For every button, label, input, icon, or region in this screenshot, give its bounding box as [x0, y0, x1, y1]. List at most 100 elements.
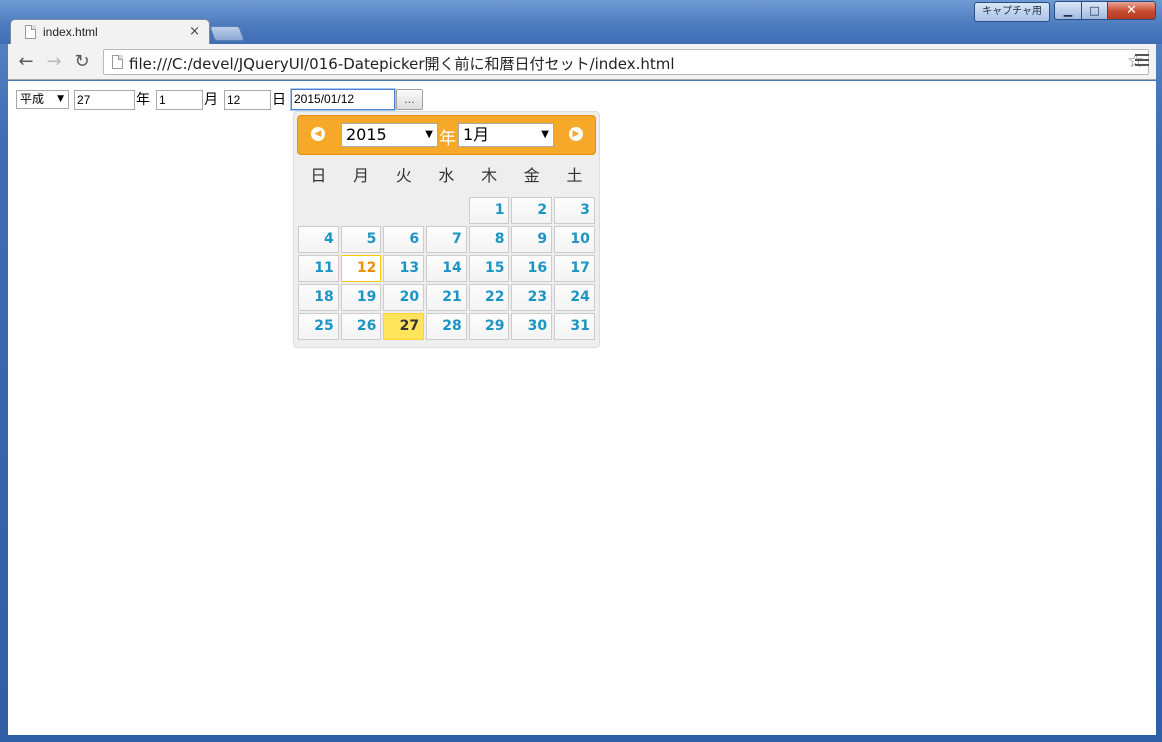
year-unit-label: 年 — [136, 92, 150, 108]
calendar-day-number[interactable]: 7 — [426, 226, 467, 253]
date-input[interactable]: 2015/01/12 — [291, 89, 395, 110]
calendar-day-number[interactable]: 12 — [340, 255, 382, 282]
calendar-day-cell[interactable]: 15 — [468, 254, 511, 283]
calendar-day-number[interactable]: 21 — [426, 284, 467, 311]
calendar-day-number[interactable]: 16 — [511, 255, 553, 282]
url-text[interactable]: file:///C:/devel/JQueryUI/016-Datepicker… — [129, 53, 675, 74]
weekday-label: 金 — [523, 166, 540, 185]
calendar-day-number[interactable]: 5 — [340, 226, 382, 253]
address-bar[interactable]: file:///C:/devel/JQueryUI/016-Datepicker… — [103, 49, 1149, 75]
month-select[interactable]: 1月 ▼ — [458, 123, 554, 147]
weekday-header-row: 日月火水木金土 — [297, 162, 596, 187]
calendar-day-cell[interactable]: 17 — [553, 254, 596, 283]
calendar-day-number[interactable]: 8 — [468, 226, 510, 253]
calendar-day-cell[interactable]: 28 — [425, 312, 468, 341]
calendar-day-number[interactable]: 18 — [298, 284, 339, 311]
back-button[interactable]: ← — [15, 51, 37, 73]
calendar-day-number[interactable]: 10 — [554, 226, 595, 253]
calendar-day-cell[interactable]: 23 — [510, 283, 553, 312]
calendar-day-cell[interactable]: 18 — [297, 283, 340, 312]
capture-label[interactable]: キャプチャ用 — [974, 2, 1050, 22]
month-input[interactable]: 1 — [156, 90, 203, 110]
day-unit-label: 日 — [272, 92, 286, 108]
calendar-day-cell[interactable]: 8 — [468, 225, 511, 254]
calendar-day-number[interactable]: 29 — [468, 313, 510, 340]
calendar-grid: 1 2 3 4 5 6 7 8 9 10 11 12 13 14 15 16 17 18 19 20 21 22 23 24 2… — [297, 196, 596, 341]
calendar-week-row: 123 — [297, 196, 596, 225]
calendar-day-cell[interactable]: 11 — [297, 254, 340, 283]
calendar-day-cell[interactable]: 26 — [340, 312, 383, 341]
calendar-day-cell[interactable]: 20 — [382, 283, 425, 312]
calendar-day-cell[interactable]: 21 — [425, 283, 468, 312]
calendar-day-cell[interactable]: 16 — [510, 254, 553, 283]
calendar-day-cell[interactable]: 9 — [510, 225, 553, 254]
forward-button[interactable]: → — [43, 51, 65, 73]
calendar-day-cell[interactable]: 4 — [297, 225, 340, 254]
calendar-day-number[interactable]: 22 — [468, 284, 510, 311]
menu-icon[interactable] — [1135, 54, 1149, 69]
calendar-day-number[interactable]: 31 — [554, 313, 595, 340]
year-input[interactable]: 27 — [74, 90, 135, 110]
calendar-day-number[interactable]: 6 — [383, 226, 425, 253]
weekday-label: 水 — [438, 166, 455, 185]
calendar-day-number[interactable]: 30 — [511, 313, 553, 340]
calendar-day-number[interactable]: 27 — [383, 313, 425, 340]
minimize-button[interactable]: ▁ — [1054, 1, 1082, 20]
calendar-day-cell[interactable]: 3 — [553, 196, 596, 225]
era-value: 平成 — [20, 92, 45, 106]
calendar-day-number[interactable]: 20 — [383, 284, 425, 311]
calendar-day-number[interactable]: 15 — [468, 255, 510, 282]
dropdown-arrow-icon: ▼ — [425, 129, 433, 140]
year-select[interactable]: 2015 ▼ — [341, 123, 438, 147]
calendar-day-number[interactable]: 4 — [298, 226, 339, 253]
calendar-day-number[interactable]: 23 — [511, 284, 553, 311]
calendar-day-number[interactable]: 19 — [340, 284, 382, 311]
day-input[interactable]: 12 — [224, 90, 271, 110]
calendar-day-number[interactable]: 14 — [426, 255, 467, 282]
calendar-empty-cell — [382, 196, 425, 225]
calendar-day-cell[interactable]: 5 — [340, 225, 383, 254]
browser-toolbar: ← → ↻ file:///C:/devel/JQueryUI/016-Date… — [8, 44, 1156, 80]
reload-button[interactable]: ↻ — [71, 51, 93, 73]
calendar-day-cell[interactable]: 6 — [382, 225, 425, 254]
tab-close-icon[interactable]: × — [189, 24, 200, 39]
calendar-week-row: 18 19 20 21 22 23 24 — [297, 283, 596, 312]
calendar-day-number[interactable]: 9 — [511, 226, 553, 253]
tab-index-html[interactable]: index.html × — [10, 19, 210, 45]
calendar-day-cell[interactable]: 12 — [340, 254, 383, 283]
calendar-day-number[interactable]: 28 — [426, 313, 467, 340]
new-tab-button[interactable] — [209, 26, 245, 41]
calendar-day-cell[interactable]: 29 — [468, 312, 511, 341]
maximize-button[interactable]: □ — [1082, 1, 1108, 20]
calendar-day-number[interactable]: 13 — [383, 255, 425, 282]
datepicker-trigger-button[interactable]: ... — [396, 89, 423, 110]
calendar-day-number[interactable]: 26 — [340, 313, 382, 340]
year-select-value: 2015 — [346, 125, 387, 144]
year-suffix-label: 年 — [439, 129, 456, 149]
calendar-day-number[interactable]: 1 — [468, 197, 510, 224]
close-window-button[interactable]: ✕ — [1108, 1, 1156, 20]
calendar-day-number[interactable]: 17 — [554, 255, 595, 282]
calendar-day-cell[interactable]: 31 — [553, 312, 596, 341]
prev-month-icon[interactable]: ◀ — [311, 127, 325, 141]
calendar-day-cell[interactable]: 2 — [510, 196, 553, 225]
calendar-day-cell[interactable]: 24 — [553, 283, 596, 312]
calendar-day-cell[interactable]: 14 — [425, 254, 468, 283]
calendar-day-number[interactable]: 24 — [554, 284, 595, 311]
calendar-day-cell[interactable]: 13 — [382, 254, 425, 283]
calendar-day-number[interactable]: 2 — [511, 197, 553, 224]
calendar-day-cell[interactable]: 10 — [553, 225, 596, 254]
calendar-day-cell[interactable]: 19 — [340, 283, 383, 312]
calendar-day-cell[interactable]: 30 — [510, 312, 553, 341]
calendar-day-number[interactable]: 3 — [554, 197, 595, 224]
calendar-day-cell[interactable]: 27 — [382, 312, 425, 341]
calendar-day-cell[interactable]: 25 — [297, 312, 340, 341]
era-select[interactable]: 平成 ▼ — [16, 90, 69, 109]
calendar-day-number[interactable]: 11 — [298, 255, 339, 282]
calendar-day-cell[interactable]: 22 — [468, 283, 511, 312]
calendar-day-number[interactable]: 25 — [298, 313, 339, 340]
next-month-icon[interactable]: ▶ — [569, 127, 583, 141]
calendar-day-cell[interactable]: 1 — [468, 196, 511, 225]
calendar-day-cell[interactable]: 7 — [425, 225, 468, 254]
window-caption-buttons: キャプチャ用 ▁ □ ✕ — [974, 1, 1156, 22]
